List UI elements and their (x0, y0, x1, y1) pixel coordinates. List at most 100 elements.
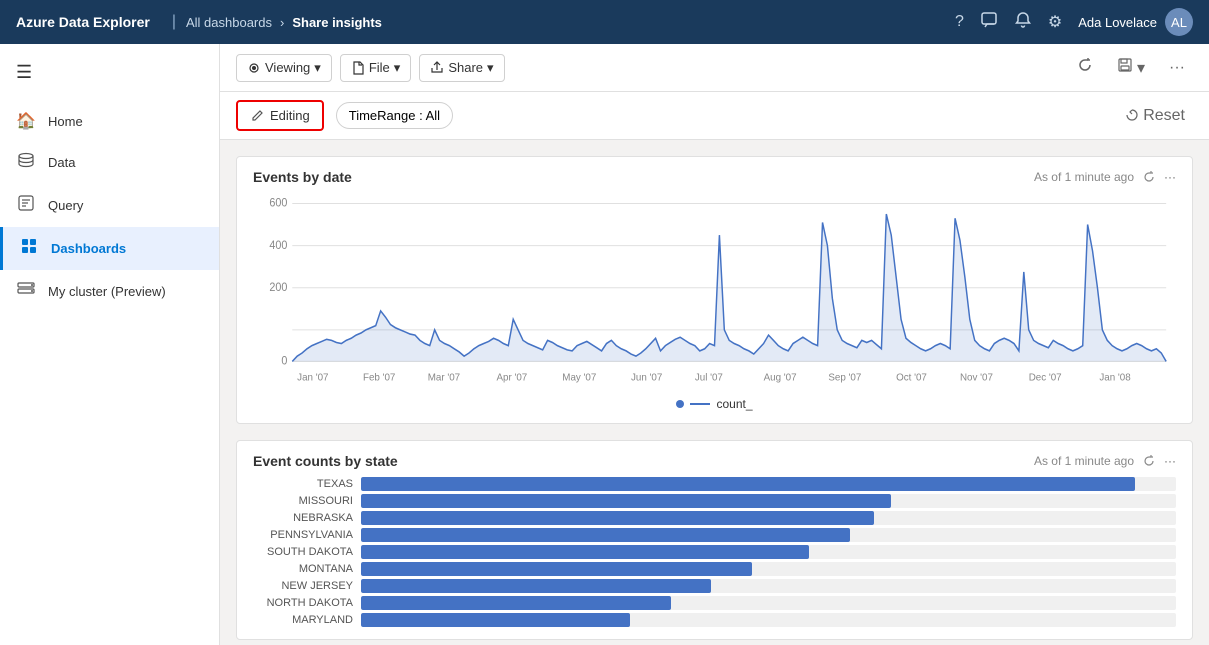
bar-label: SOUTH DAKOTA (253, 546, 353, 558)
bar-label: TEXAS (253, 478, 353, 490)
sidebar-label-query: Query (48, 198, 83, 213)
sidebar-top: ☰ (0, 44, 219, 101)
sidebar-item-query[interactable]: Query (0, 184, 219, 227)
bar-track (361, 494, 1176, 508)
reset-label: Reset (1143, 107, 1185, 124)
svg-text:Feb '07: Feb '07 (363, 372, 396, 383)
bar-fill (361, 511, 874, 525)
state-chart-header: Event counts by state As of 1 minute ago… (253, 453, 1176, 469)
svg-text:Jun '07: Jun '07 (631, 372, 663, 383)
editing-mode-box[interactable]: Editing (236, 100, 324, 131)
state-more-icon[interactable]: ··· (1164, 454, 1176, 468)
breadcrumb-arrow: › (280, 15, 284, 30)
sidebar-item-data[interactable]: Data (0, 141, 219, 184)
viewing-label: Viewing (265, 60, 310, 75)
bar-fill (361, 494, 891, 508)
sidebar-label-dashboards: Dashboards (51, 241, 126, 256)
timerange-filter-button[interactable]: TimeRange : All (336, 102, 453, 129)
svg-text:600: 600 (269, 197, 287, 209)
edit-pencil-icon (250, 109, 264, 123)
notifications-icon[interactable] (1014, 11, 1032, 34)
events-refresh-icon[interactable] (1142, 170, 1156, 184)
bar-row: MISSOURI (253, 494, 1176, 508)
user-avatar: AL (1165, 8, 1193, 36)
hamburger-menu[interactable]: ☰ (0, 52, 219, 93)
bar-fill (361, 596, 671, 610)
bar-fill (361, 613, 630, 627)
events-meta-text: As of 1 minute ago (1034, 170, 1134, 184)
state-meta-text: As of 1 minute ago (1034, 454, 1134, 468)
feedback-icon[interactable] (980, 11, 998, 34)
dashboard-content: Events by date As of 1 minute ago ··· (220, 140, 1209, 645)
refresh-button[interactable] (1069, 52, 1101, 83)
bar-track (361, 596, 1176, 610)
bar-row: PENNSYLVANIA (253, 528, 1176, 542)
more-options-button[interactable]: ··· (1161, 54, 1193, 82)
svg-text:400: 400 (269, 239, 287, 251)
viewing-button[interactable]: Viewing ▾ (236, 54, 332, 82)
sidebar-item-mycluster[interactable]: My cluster (Preview) (0, 270, 219, 313)
bar-row: SOUTH DAKOTA (253, 545, 1176, 559)
svg-text:Jan '07: Jan '07 (297, 372, 329, 383)
events-line-chart: 600 400 200 0 Jan '07 Feb '07 Mar '07 Ap… (253, 193, 1176, 393)
event-counts-by-state-card: Event counts by state As of 1 minute ago… (236, 440, 1193, 640)
bar-fill (361, 562, 752, 576)
svg-text:Oct '07: Oct '07 (896, 372, 927, 383)
legend-dot-circle (676, 400, 684, 408)
events-chart-legend: count_ (253, 397, 1176, 411)
state-chart-title: Event counts by state (253, 453, 398, 469)
sidebar-item-home[interactable]: 🏠 Home (0, 101, 219, 141)
help-icon[interactable]: ? (955, 13, 964, 31)
bar-track (361, 579, 1176, 593)
bar-row: NEBRASKA (253, 511, 1176, 525)
bar-row: MONTANA (253, 562, 1176, 576)
events-chart-title: Events by date (253, 169, 352, 185)
bar-label: NORTH DAKOTA (253, 597, 353, 609)
events-chart-svg: 600 400 200 0 Jan '07 Feb '07 Mar '07 Ap… (253, 193, 1176, 393)
events-legend-label: count_ (716, 397, 752, 411)
bar-track (361, 511, 1176, 525)
state-bar-chart: TEXAS MISSOURI NEBRASKA PENNSYLVANIA SOU… (253, 477, 1176, 627)
state-refresh-icon[interactable] (1142, 454, 1156, 468)
events-chart-header: Events by date As of 1 minute ago ··· (253, 169, 1176, 185)
data-icon (16, 151, 36, 174)
svg-text:Dec '07: Dec '07 (1029, 372, 1062, 383)
bar-track (361, 528, 1176, 542)
user-menu[interactable]: Ada Lovelace AL (1078, 8, 1193, 36)
events-more-icon[interactable]: ··· (1164, 170, 1176, 184)
sidebar: ☰ 🏠 Home Data Query Dashboards (0, 44, 220, 645)
bar-track (361, 562, 1176, 576)
reset-button[interactable]: Reset (1117, 102, 1193, 130)
file-button[interactable]: File ▾ (340, 54, 411, 82)
bar-track (361, 613, 1176, 627)
bar-label: MONTANA (253, 563, 353, 575)
settings-icon[interactable]: ⚙ (1048, 12, 1062, 32)
share-button[interactable]: Share ▾ (419, 54, 504, 82)
content-area: Viewing ▾ File ▾ Share ▾ ▾ (220, 44, 1209, 645)
file-label: File (369, 60, 390, 75)
editing-label: Editing (270, 108, 310, 123)
bar-row: TEXAS (253, 477, 1176, 491)
bar-fill (361, 528, 850, 542)
svg-text:May '07: May '07 (562, 372, 596, 383)
svg-text:Jan '08: Jan '08 (1099, 372, 1131, 383)
file-chevron-icon: ▾ (394, 60, 401, 76)
filter-label: TimeRange : All (349, 108, 440, 123)
dashboards-icon (19, 237, 39, 260)
save-button[interactable]: ▾ (1109, 52, 1153, 83)
events-by-date-card: Events by date As of 1 minute ago ··· (236, 156, 1193, 424)
bar-fill (361, 477, 1135, 491)
query-icon (16, 194, 36, 217)
toolbar-right: ▾ ··· (1069, 52, 1193, 83)
bar-track (361, 545, 1176, 559)
top-navigation: Azure Data Explorer | All dashboards › S… (0, 0, 1209, 44)
bar-label: NEW JERSEY (253, 580, 353, 592)
sidebar-item-dashboards[interactable]: Dashboards (0, 227, 219, 270)
breadcrumb-current: Share insights (292, 15, 382, 30)
dashboard-toolbar: Viewing ▾ File ▾ Share ▾ ▾ (220, 44, 1209, 92)
home-icon: 🏠 (16, 111, 36, 131)
bar-row: MARYLAND (253, 613, 1176, 627)
breadcrumb-all-dashboards[interactable]: All dashboards (186, 15, 272, 30)
sidebar-label-home: Home (48, 114, 83, 129)
bar-label: PENNSYLVANIA (253, 529, 353, 541)
